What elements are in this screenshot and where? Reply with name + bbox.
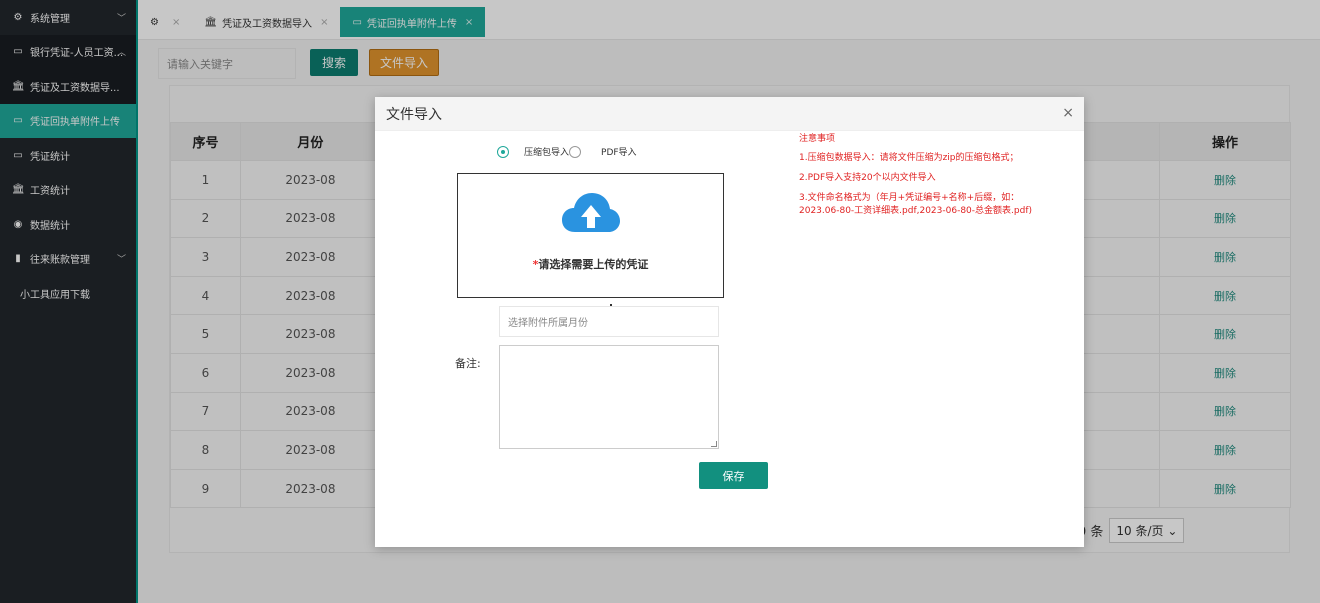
radio-zip-label[interactable]: 压缩包导入	[524, 145, 569, 158]
save-button[interactable]: 保存	[699, 462, 768, 489]
dialog-title: 文件导入	[386, 106, 442, 123]
import-type-radios: 压缩包导入 PDF导入	[497, 145, 637, 158]
upload-prompt: *请选择需要上传的凭证	[458, 256, 723, 272]
note-item: 3.文件命名格式为（年月+凭证编号+名称+后缀，如：2023.06-80-工资详…	[799, 193, 1032, 216]
upload-prompt-text: 请选择需要上传的凭证	[538, 258, 649, 271]
resize-grip-icon[interactable]	[711, 441, 717, 447]
close-icon[interactable]: ×	[1062, 105, 1074, 121]
note-item: 2.PDF导入支持20个以内文件导入	[799, 173, 936, 183]
dialog-header: 文件导入 ×	[375, 97, 1084, 131]
upload-dropzone[interactable]: *请选择需要上传的凭证	[457, 173, 724, 298]
radio-zip[interactable]	[497, 145, 509, 158]
radio-pdf[interactable]	[569, 145, 582, 158]
cloud-upload-icon	[562, 193, 620, 232]
import-notes: 注意事项 1.压缩包数据导入：请将文件压缩为zip的压缩包格式； 2.PDF导入…	[799, 133, 1039, 225]
notes-title: 注意事项	[799, 134, 836, 144]
radio-pdf-label[interactable]: PDF导入	[601, 145, 637, 158]
file-import-dialog: 文件导入 × 压缩包导入 PDF导入 *请选择需要上传的凭证 选择附件所属月份 …	[375, 97, 1084, 547]
month-select-input[interactable]: 选择附件所属月份	[499, 306, 719, 337]
remark-textarea[interactable]	[499, 345, 719, 449]
note-item: 1.压缩包数据导入：请将文件压缩为zip的压缩包格式；	[799, 153, 1019, 163]
remark-label: 备注:	[455, 357, 481, 370]
